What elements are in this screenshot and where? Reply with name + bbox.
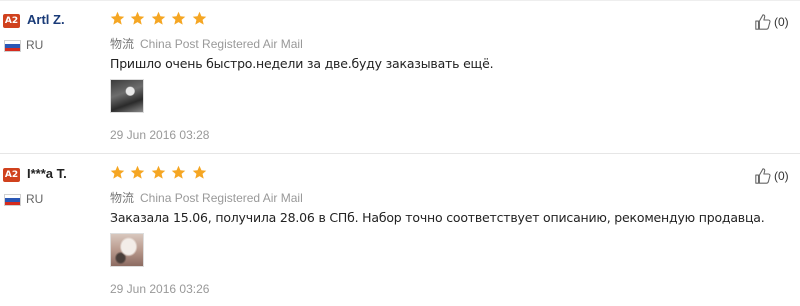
shipping-label: 物流 — [110, 191, 135, 205]
shipping-label: 物流 — [110, 37, 135, 51]
buyer-level-badge: A2 — [3, 168, 20, 182]
star-icon — [110, 165, 125, 179]
thumbs-up-icon — [755, 14, 771, 30]
review-date: 29 Jun 2016 03:26 — [110, 282, 210, 296]
review-item: A2 Artl Z. RU 物流 China Post Registered Ai… — [0, 0, 800, 152]
star-icon — [131, 165, 145, 179]
review-text: Пришло очень быстро.недели за две.буду з… — [110, 56, 494, 71]
star-rating — [110, 165, 208, 181]
russia-flag-icon — [4, 40, 21, 52]
helpful-button[interactable]: (0) — [754, 167, 789, 187]
shipping-info: 物流 China Post Registered Air Mail — [110, 35, 303, 52]
star-icon — [151, 165, 166, 179]
reviewer-name: I***a T. — [27, 166, 67, 181]
helpful-count: (0) — [774, 15, 789, 29]
reviewer-name: Artl Z. — [27, 12, 65, 27]
star-icon — [172, 165, 186, 179]
star-icon — [192, 165, 207, 179]
shipping-method: China Post Registered Air Mail — [140, 37, 303, 51]
review-date: 29 Jun 2016 03:28 — [110, 128, 210, 142]
review-item: A2 I***a T. RU 物流 China Post Registered A… — [0, 154, 800, 306]
star-icon — [192, 11, 207, 25]
review-photo-thumbnail[interactable] — [110, 233, 144, 267]
helpful-button[interactable]: (0) — [754, 13, 789, 33]
review-text: Заказала 15.06, получила 28.06 в СПб. На… — [110, 210, 765, 225]
shipping-info: 物流 China Post Registered Air Mail — [110, 189, 303, 206]
star-icon — [131, 11, 145, 25]
reviewer-country: RU — [26, 192, 44, 206]
russia-flag-icon — [4, 194, 21, 206]
review-photo-thumbnail[interactable] — [110, 79, 144, 113]
thumbs-up-icon — [755, 168, 771, 184]
star-icon — [151, 11, 166, 25]
star-icon — [110, 11, 125, 25]
helpful-count: (0) — [774, 169, 789, 183]
star-icon — [172, 11, 186, 25]
shipping-method: China Post Registered Air Mail — [140, 191, 303, 205]
star-rating — [110, 11, 208, 27]
reviewer-country: RU — [26, 38, 44, 52]
buyer-level-badge: A2 — [3, 14, 20, 28]
